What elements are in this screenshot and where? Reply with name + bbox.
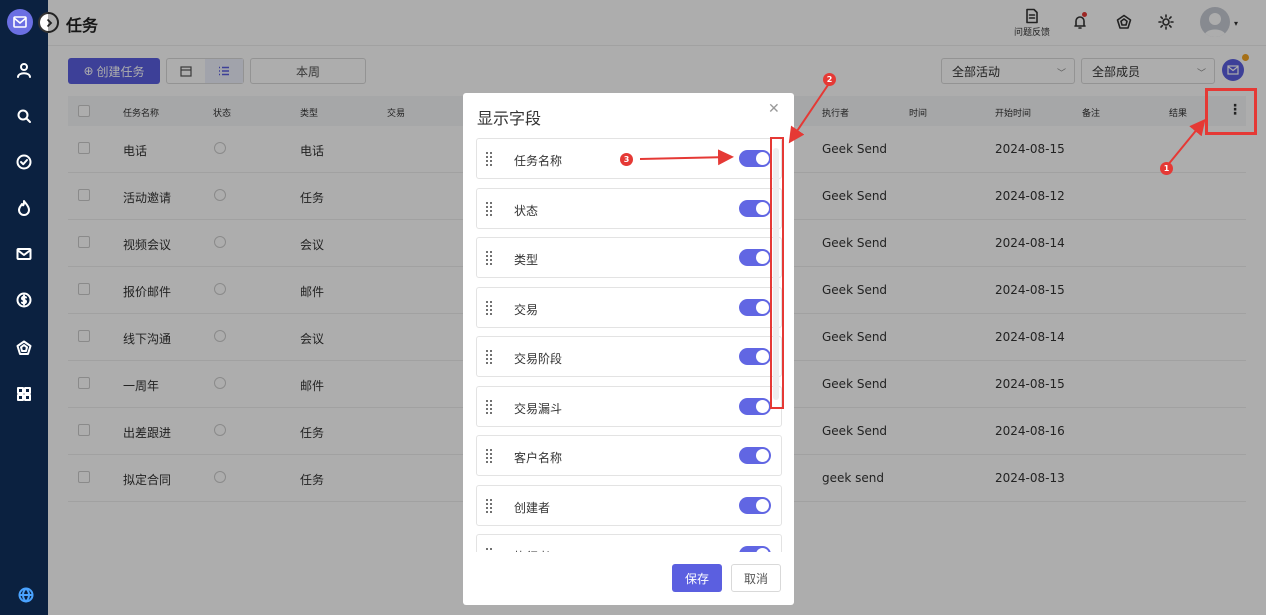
field-item[interactable]: 客户名称	[476, 435, 782, 476]
field-visibility-toggle[interactable]	[739, 447, 771, 464]
drag-handle-icon[interactable]	[486, 498, 494, 513]
field-label: 任务名称	[514, 154, 563, 168]
field-list: 任务名称状态类型交易交易阶段交易漏斗客户名称创建者执行者	[476, 138, 782, 552]
field-item[interactable]: 状态	[476, 187, 782, 229]
sidebar	[0, 0, 48, 615]
field-visibility-toggle[interactable]	[739, 199, 771, 217]
cancel-button[interactable]: 取消	[731, 564, 781, 592]
field-visibility-toggle[interactable]	[739, 150, 771, 167]
globe-icon[interactable]	[14, 583, 38, 607]
deals-icon[interactable]	[12, 288, 36, 312]
field-visibility-toggle[interactable]	[739, 397, 771, 415]
field-item[interactable]: 交易漏斗	[476, 385, 782, 427]
field-label: 交易	[514, 302, 539, 317]
field-label: 状态	[514, 203, 539, 218]
drag-handle-icon[interactable]	[486, 251, 494, 265]
reports-icon[interactable]	[12, 336, 36, 360]
field-item[interactable]: 交易	[476, 286, 782, 328]
search-icon[interactable]	[12, 104, 36, 128]
field-label: 创建者	[514, 500, 551, 515]
field-label: 客户名称	[514, 451, 563, 465]
activity-icon[interactable]	[12, 196, 36, 220]
close-icon[interactable]: ✕	[768, 101, 780, 117]
field-item[interactable]: 创建者	[476, 484, 782, 526]
field-visibility-toggle[interactable]	[739, 496, 771, 514]
field-visibility-toggle[interactable]	[739, 298, 771, 316]
step-badge-3: 3	[620, 153, 633, 166]
field-visibility-toggle[interactable]	[739, 546, 771, 552]
save-button[interactable]: 保存	[672, 564, 722, 592]
mail-icon[interactable]	[12, 242, 36, 266]
step-badge-1: 1	[1160, 162, 1173, 175]
apps-icon[interactable]	[12, 382, 36, 406]
step-badge-2: 2	[823, 73, 836, 86]
drag-handle-icon[interactable]	[486, 350, 494, 364]
field-label: 类型	[514, 253, 539, 267]
display-fields-dialog: 显示字段 ✕ 任务名称状态类型交易交易阶段交易漏斗客户名称创建者执行者 保存 取…	[463, 93, 794, 605]
contacts-icon[interactable]	[12, 58, 36, 82]
field-visibility-toggle[interactable]	[739, 348, 771, 365]
field-visibility-toggle[interactable]	[739, 249, 771, 266]
field-label: 执行者	[514, 548, 550, 552]
field-item[interactable]: 交易阶段	[476, 336, 782, 377]
field-label: 交易阶段	[514, 352, 563, 366]
drag-handle-icon[interactable]	[486, 548, 494, 552]
field-item[interactable]: 执行者	[476, 534, 782, 552]
highlight-box-scrollbar	[770, 137, 784, 409]
field-item[interactable]: 类型	[476, 237, 782, 278]
tasks-icon[interactable]	[12, 150, 36, 174]
drag-handle-icon[interactable]	[486, 300, 494, 315]
drag-handle-icon[interactable]	[486, 152, 494, 166]
drag-handle-icon[interactable]	[486, 201, 494, 216]
field-label: 交易漏斗	[514, 401, 563, 416]
drag-handle-icon[interactable]	[486, 449, 494, 463]
dialog-title: 显示字段	[477, 109, 542, 128]
app-logo-icon[interactable]	[7, 9, 33, 35]
drag-handle-icon[interactable]	[486, 399, 494, 414]
highlight-box-settings	[1205, 88, 1257, 135]
